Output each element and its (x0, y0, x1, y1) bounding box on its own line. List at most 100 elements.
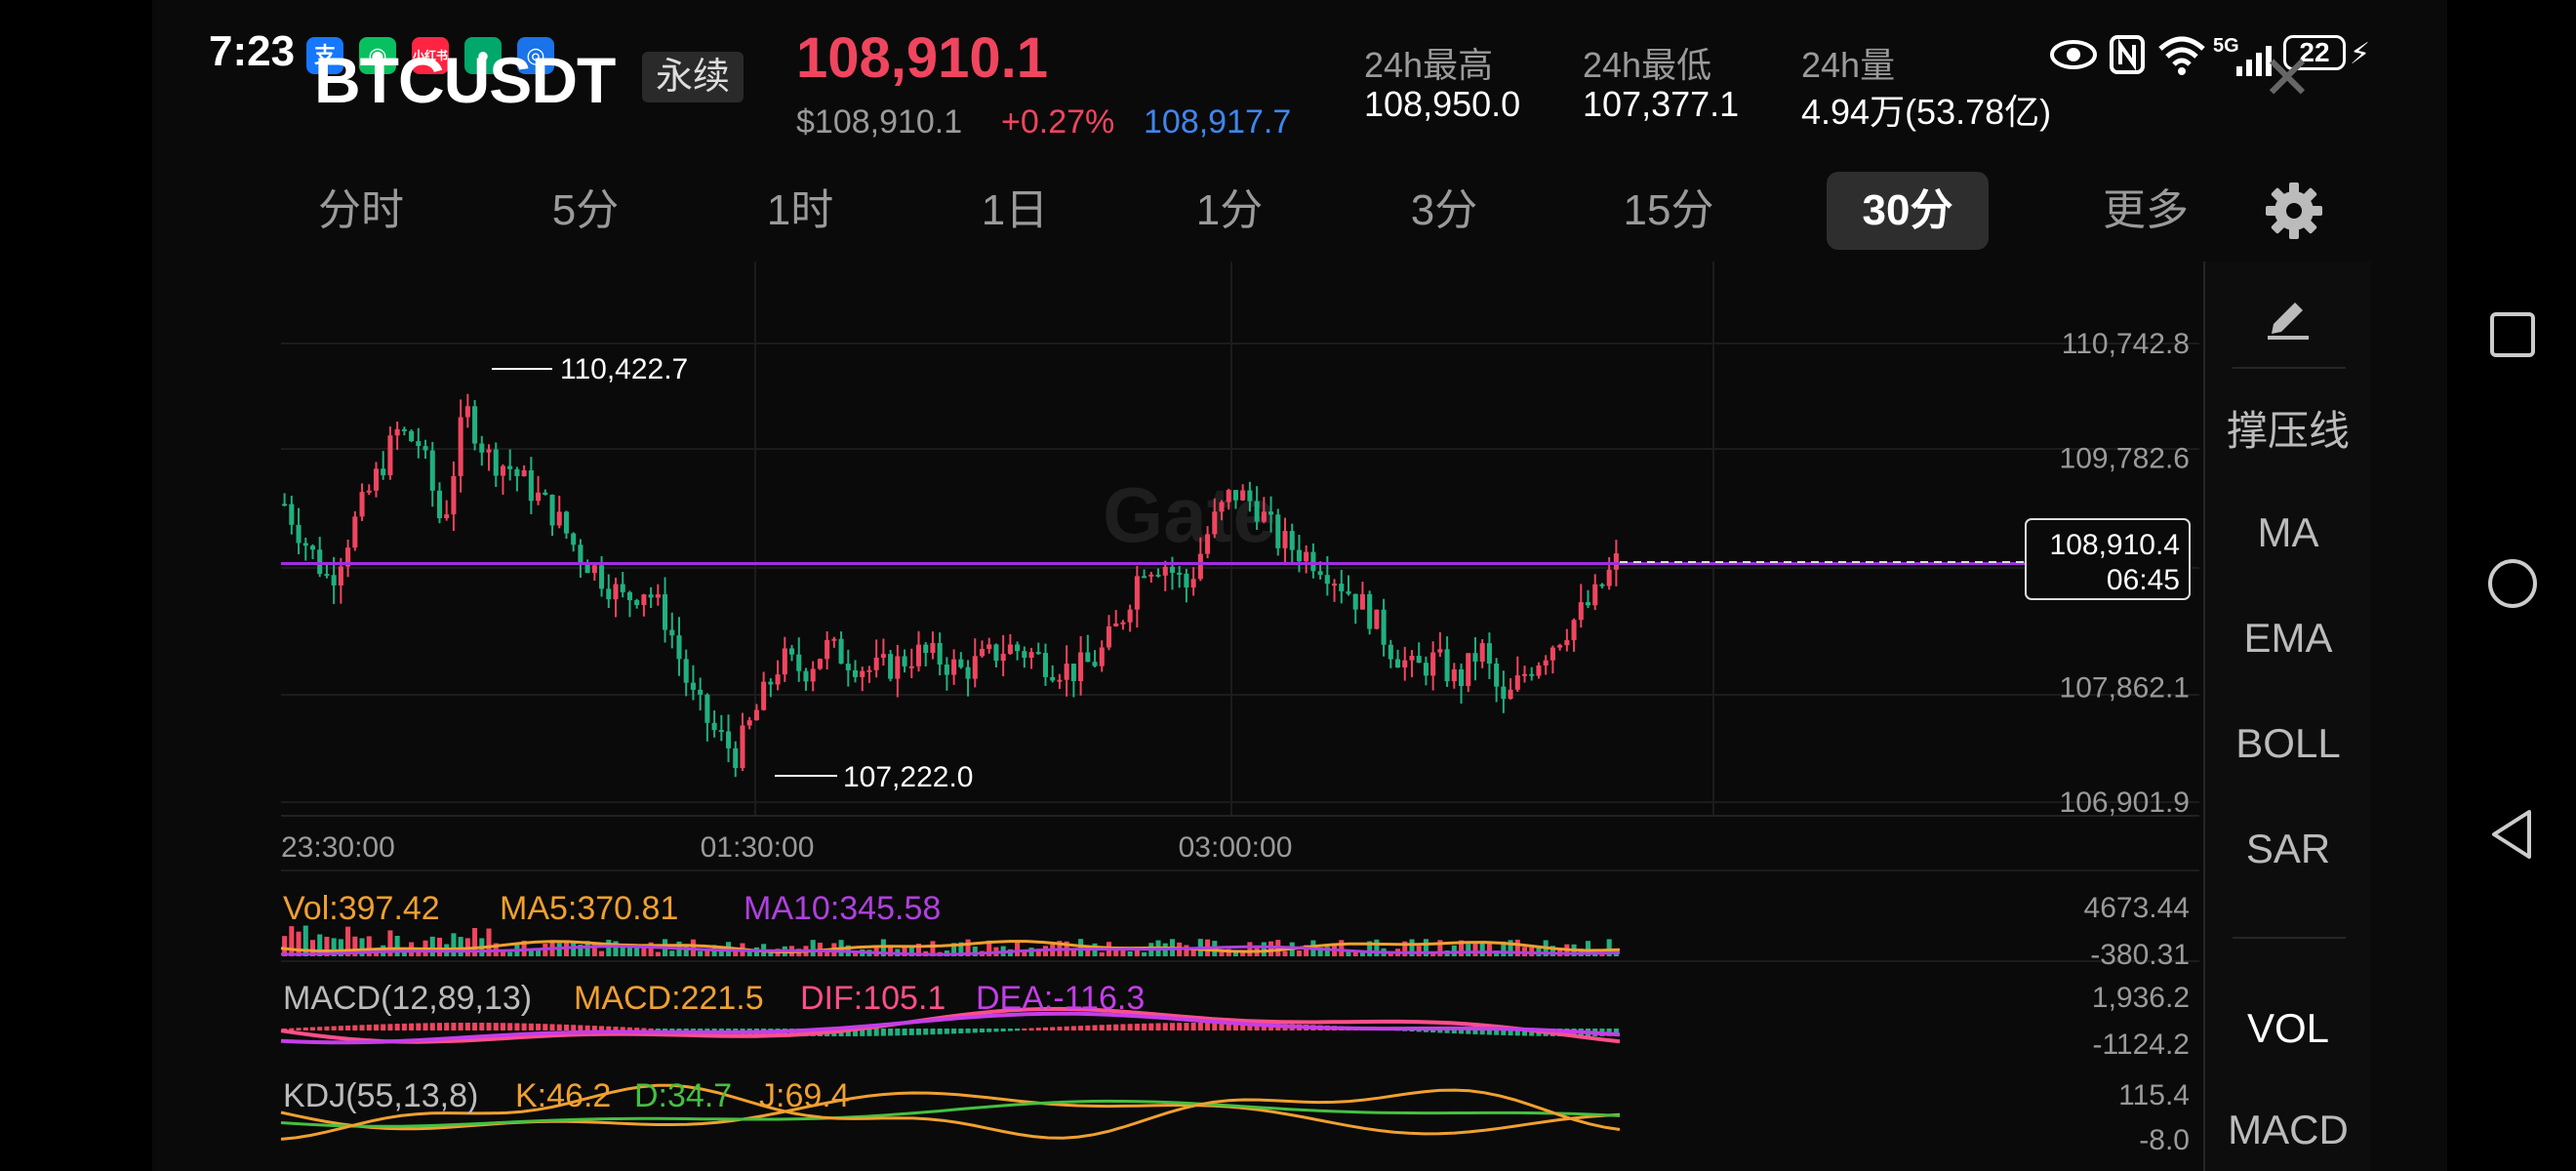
macd-bar (302, 1027, 308, 1030)
tab-2[interactable]: 1时 (722, 172, 878, 250)
y-tick-label: 107,862.1 (2060, 672, 2190, 705)
candle-body (394, 428, 400, 436)
candle-body (711, 722, 717, 731)
macd-bar (423, 1023, 428, 1030)
volume-bar (669, 950, 675, 956)
tab-5[interactable]: 3分 (1366, 172, 1522, 250)
volume-bar (1479, 942, 1485, 956)
candle-body (880, 654, 886, 658)
macd-bar (1134, 1024, 1140, 1030)
macd-bar (937, 1029, 943, 1034)
candle-body (331, 575, 337, 586)
macd-bar (1127, 1024, 1133, 1030)
tab-7[interactable]: 30分 (1827, 172, 1989, 250)
candle-body (1571, 620, 1577, 641)
volume-bar (436, 937, 443, 956)
sidebar-item-macd[interactable]: MACD (2205, 1107, 2371, 1153)
macd-min-label: -1124.2 (2092, 1029, 2190, 1061)
macd-bar (317, 1027, 323, 1030)
sidebar-item-ma[interactable]: MA (2205, 509, 2371, 556)
candle-body (761, 681, 767, 710)
candle-body (634, 600, 640, 606)
candle-body (1197, 553, 1203, 580)
macd-bar (401, 1023, 407, 1030)
eye-icon (2049, 33, 2098, 76)
volume-bar (296, 931, 302, 956)
macd-bar (1085, 1025, 1091, 1030)
candle-body (965, 666, 971, 679)
candle-body (409, 430, 415, 442)
macd-bar (951, 1029, 957, 1034)
tab-0[interactable]: 分时 (293, 172, 429, 250)
macd-bar (578, 1025, 584, 1030)
candle-body (1458, 669, 1465, 686)
candle-body (796, 654, 802, 671)
symbol-title[interactable]: BTCUSDT (314, 43, 616, 117)
volume-bar (458, 937, 463, 956)
candle-body (866, 669, 872, 672)
candle-body (1317, 571, 1323, 576)
volume-bar (536, 950, 542, 956)
candle-body (1423, 663, 1429, 676)
tab-8[interactable]: 更多 (2073, 172, 2219, 250)
macd-bar (880, 1029, 886, 1036)
candle-body (1050, 676, 1056, 681)
sidebar-item-ema[interactable]: EMA (2205, 615, 2371, 662)
high-marker-label: 110,422.7 (560, 353, 688, 385)
macd-value-label: MACD:221.5 (574, 980, 764, 1017)
candle-body (387, 435, 393, 476)
macd-bar (1000, 1029, 1006, 1031)
stat-low-value: 107,377.1 (1583, 84, 1740, 124)
tab-4[interactable]: 1分 (1151, 172, 1308, 250)
gear-icon[interactable] (2264, 181, 2324, 241)
sidebar-item-boll[interactable]: BOLL (2205, 720, 2371, 767)
volume-bar (1339, 940, 1345, 956)
kdj-params-label: KDJ(55,13,8) (283, 1077, 479, 1114)
volume-bar (1184, 945, 1189, 956)
candle-body (366, 490, 372, 493)
macd-bar (536, 1024, 542, 1030)
kdj-min-label: -8.0 (2139, 1124, 2190, 1156)
sidebar-item-撑压线[interactable]: 撑压线 (2205, 398, 2371, 458)
candle-body (1304, 551, 1309, 562)
candle-body (1092, 662, 1098, 666)
candle-body (606, 588, 612, 600)
tab-1[interactable]: 5分 (507, 172, 664, 250)
macd-bar (1057, 1027, 1063, 1030)
kdj-j-label: J:69.4 (759, 1077, 850, 1114)
candle-body (1444, 649, 1450, 682)
close-icon[interactable]: ✕ (2262, 49, 2313, 109)
tab-6[interactable]: 15分 (1590, 172, 1747, 250)
candle-body (746, 720, 752, 726)
candle-body (923, 644, 929, 654)
back-icon[interactable] (2478, 800, 2547, 868)
candle-body (831, 638, 837, 641)
sidebar-item-vol[interactable]: VOL (2205, 1005, 2371, 1052)
recent-apps-icon[interactable] (2478, 301, 2547, 369)
candle-body (599, 565, 605, 589)
macd-bar (296, 1028, 302, 1030)
macd-bar (543, 1024, 548, 1030)
status-time: 7:23 (209, 27, 296, 75)
macd-bar (599, 1026, 605, 1030)
x-tick-label: 23:30:00 (281, 831, 395, 864)
draw-pen-icon[interactable] (2260, 291, 2316, 340)
tab-3[interactable]: 1日 (937, 172, 1093, 250)
candle-body (937, 642, 943, 666)
candle-body (1282, 531, 1288, 548)
candle-body (1184, 573, 1189, 588)
candle-body (324, 574, 330, 577)
candle-body (1409, 656, 1415, 661)
candle-body (676, 635, 682, 660)
macd-bar (1212, 1023, 1218, 1030)
macd-bar (1007, 1029, 1013, 1031)
candle-body (1190, 579, 1196, 588)
usd-price: $108,910.1 (796, 103, 963, 141)
candle-body (895, 656, 901, 679)
sidebar-item-sar[interactable]: SAR (2205, 826, 2371, 872)
candle-body (1332, 584, 1338, 586)
candle-body (317, 549, 323, 575)
volume-bar (810, 940, 816, 956)
home-icon[interactable] (2478, 549, 2547, 618)
macd-bar (1162, 1023, 1168, 1030)
